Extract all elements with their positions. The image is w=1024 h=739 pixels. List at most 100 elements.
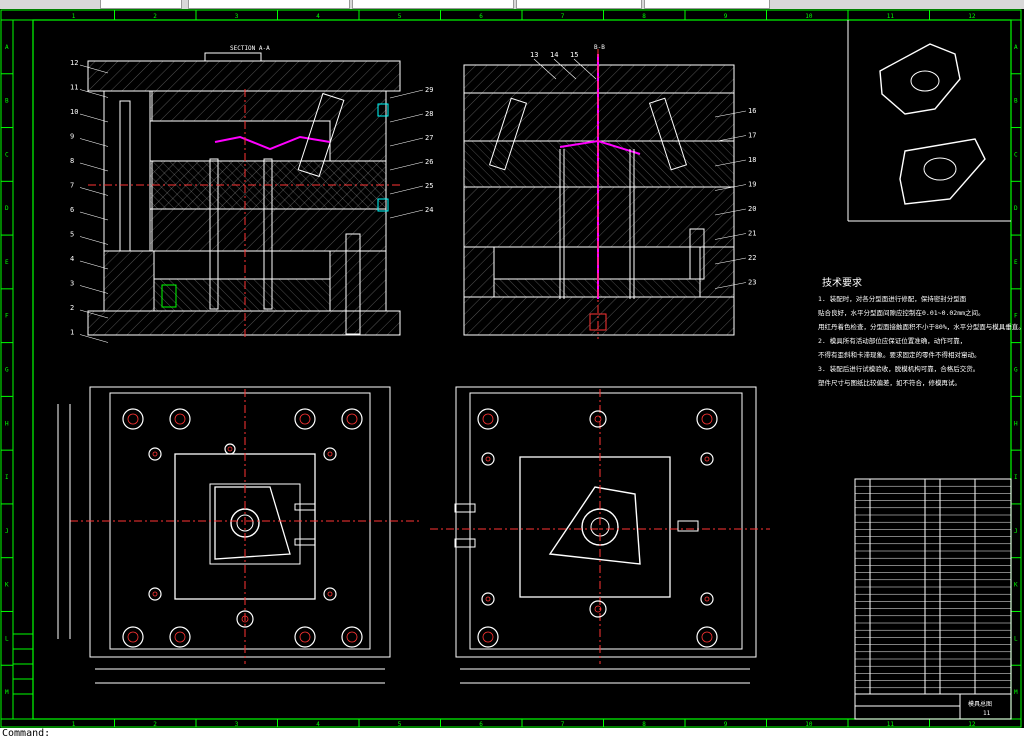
callout-label: 20 [748, 205, 756, 213]
bolt-hole [224, 443, 236, 455]
callout-label: 6 [70, 206, 74, 214]
zone-col-label: 12 [968, 13, 976, 20]
callout-label: 8 [70, 157, 74, 165]
bolt-hole-inner [485, 596, 491, 602]
bolt-hole-inner [152, 591, 158, 597]
zone-row-label: K [5, 582, 9, 589]
zone-col-label: 3 [235, 721, 239, 728]
section-title-right: B-B [594, 44, 605, 51]
callout-label: 27 [425, 134, 433, 142]
bolt-hole-inner [704, 456, 710, 462]
bolt-hole-inner [227, 446, 233, 452]
zone-col-label: 10 [805, 721, 813, 728]
bolt-hole [589, 600, 607, 618]
callout-label: 19 [748, 181, 756, 189]
isometric-view [847, 20, 1011, 222]
toolbar-tab-3[interactable] [352, 0, 514, 9]
callout-label: 2 [70, 304, 74, 312]
zone-row-label: M [5, 689, 9, 696]
bolt-hole [323, 447, 337, 461]
zone-row-label: A [1014, 44, 1018, 51]
title-block: 模具总图 11 [854, 693, 1012, 720]
plan-view-left [57, 386, 420, 684]
zone-row-label: J [5, 528, 9, 535]
bolt-hole-inner [701, 631, 713, 643]
section-view-right: B-B [463, 44, 735, 339]
bill-of-materials [854, 478, 1012, 695]
zone-row-label: B [5, 98, 9, 105]
zone-col-label: 7 [561, 721, 565, 728]
bolt-hole [169, 408, 191, 430]
zone-col-label: 9 [724, 721, 728, 728]
callout-label: 25 [425, 182, 433, 190]
zone-row-label: C [1014, 151, 1018, 158]
zone-column-labels-top: 1 2 3 4 5 6 7 8 9 10 11 12 [72, 10, 976, 20]
toolbar-tab-4[interactable] [516, 0, 642, 9]
zone-row-label: I [1014, 474, 1018, 481]
callout-label: 21 [748, 230, 756, 238]
callout-labels-mid: 29 28 27 26 25 24 [389, 86, 433, 219]
zone-row-label: H [1014, 420, 1018, 427]
bolt-hole [477, 408, 499, 430]
tech-line-4: 2. 模具所有活动部位应保证位置准确，动作可靠， [818, 336, 966, 345]
tech-line-6: 3. 装配后进行试模验收，脱模机构可靠，合格后交货。 [818, 364, 979, 373]
zone-col-label: 12 [968, 721, 976, 728]
bolt-hole-inner [127, 413, 139, 425]
toolbar-tab-2[interactable] [188, 0, 350, 9]
zone-row-labels-left: A B C D E F G H I J K L M [1, 44, 13, 696]
bolt-hole [323, 587, 337, 601]
toolbar-tab-1[interactable] [100, 0, 182, 9]
bolt-hole-inner [485, 456, 491, 462]
callout-label: 18 [748, 156, 756, 164]
command-line[interactable]: Command: [0, 728, 1024, 739]
bolt-hole-inner [704, 596, 710, 602]
zone-row-label: E [5, 259, 9, 266]
zone-col-label: 9 [724, 13, 728, 20]
callout-labels-left: 12 11 10 9 8 7 6 5 4 3 2 1 [70, 59, 109, 343]
command-line-text[interactable]: Command: [2, 728, 50, 739]
zone-col-label: 1 [72, 13, 76, 20]
section-view-left: SECTION A-A [87, 45, 401, 339]
plan-view-right [430, 386, 770, 684]
zone-col-label: 10 [805, 13, 813, 20]
zone-col-label: 3 [235, 13, 239, 20]
callout-label: 29 [425, 86, 433, 94]
cad-drawing: 1 2 3 4 5 6 7 8 9 10 11 12 1 2 3 4 5 6 7 8 9 10 11 12 ABCDEFGH… [0, 9, 1024, 728]
bolt-hole [481, 452, 495, 466]
zone-col-label: 5 [398, 13, 402, 20]
callout-label: 10 [70, 108, 78, 116]
drawing-canvas[interactable]: 1 2 3 4 5 6 7 8 9 10 11 12 1 2 3 4 5 6 7 8 9 10 11 12 ABCDEFGH… [0, 9, 1024, 728]
zone-row-label: K [1014, 582, 1018, 589]
zone-row-label: L [1014, 635, 1018, 642]
bolt-hole [148, 447, 162, 461]
section-title-left: SECTION A-A [230, 45, 270, 52]
bolt-hole-inner [174, 631, 186, 643]
callout-label: 9 [70, 133, 74, 141]
bolt-hole [589, 410, 607, 428]
zone-row-label: G [1014, 367, 1018, 374]
zone-col-label: 5 [398, 721, 402, 728]
bolt-hole [696, 626, 718, 648]
callout-label: 12 [70, 59, 78, 67]
plan-right-holes [477, 408, 718, 648]
tech-line-5: 不得有歪斜和卡滞现象。要求固定的零件不得相对窜动。 [818, 350, 981, 359]
technical-requirements: 技术要求 1. 装配时，对各分型面进行修配，保持密封分型面 贴合良好，水平分型面… [818, 276, 1024, 387]
zone-col-label: 4 [316, 13, 320, 20]
zone-row-label: J [1014, 528, 1018, 535]
zone-col-label: 6 [479, 13, 483, 20]
revision-block [12, 633, 34, 720]
zone-col-label: 11 [887, 13, 895, 20]
callout-label: 7 [70, 182, 74, 190]
zone-col-label: 7 [561, 13, 565, 20]
bolt-hole [294, 408, 316, 430]
callout-label: 24 [425, 206, 433, 214]
zone-row-label: B [1014, 98, 1018, 105]
bolt-hole-inner [299, 413, 311, 425]
zone-col-label: 1 [72, 721, 76, 728]
zone-row-label: C [5, 151, 9, 158]
toolbar-tab-5[interactable] [644, 0, 770, 9]
bolt-hole-inner [701, 413, 713, 425]
tech-title: 技术要求 [822, 276, 862, 289]
sheet-number: 11 [983, 710, 991, 717]
bolt-hole-inner [346, 631, 358, 643]
